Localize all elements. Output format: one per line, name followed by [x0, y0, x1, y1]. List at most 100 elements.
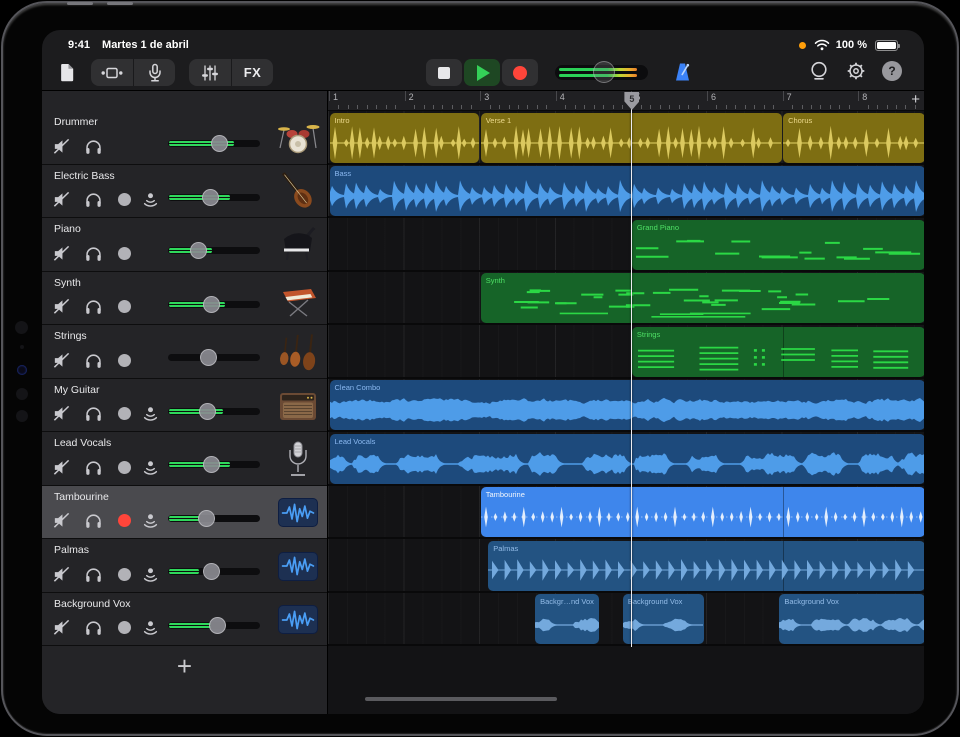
- record-enable-button[interactable]: [113, 403, 135, 425]
- help-button[interactable]: ?: [882, 61, 902, 81]
- mute-icon[interactable]: [50, 456, 72, 478]
- record-enable-button[interactable]: [113, 510, 135, 532]
- track-volume-knob[interactable]: [202, 189, 219, 206]
- add-track-button[interactable]: +: [42, 651, 327, 682]
- track-row-palmas[interactable]: Palmas: [42, 539, 327, 593]
- track-volume-knob[interactable]: [209, 617, 226, 634]
- solo-headphones-icon[interactable]: [82, 510, 104, 532]
- audio-recorder-button[interactable]: [133, 59, 175, 86]
- amp-icon[interactable]: [275, 386, 321, 426]
- track-row-drummer[interactable]: Drummer: [42, 111, 327, 165]
- track-row-tambourine[interactable]: Tambourine: [42, 486, 327, 540]
- region-bass[interactable]: Bass: [330, 166, 925, 216]
- loop-browser-button[interactable]: [808, 60, 830, 82]
- track-volume-knob[interactable]: [211, 135, 228, 152]
- solo-headphones-icon[interactable]: [82, 349, 104, 371]
- track-row-strings[interactable]: Strings: [42, 325, 327, 379]
- mute-icon[interactable]: [50, 189, 72, 211]
- solo-headphones-icon[interactable]: [82, 296, 104, 318]
- playhead-line[interactable]: [631, 105, 632, 647]
- track-volume-slider[interactable]: [168, 515, 260, 522]
- track-volume-slider[interactable]: [168, 461, 260, 468]
- track-volume-slider[interactable]: [168, 408, 260, 415]
- metronome-button[interactable]: [672, 61, 694, 83]
- waveform-icon[interactable]: [275, 546, 321, 586]
- play-button[interactable]: [464, 59, 500, 86]
- mute-icon[interactable]: [50, 617, 72, 639]
- waveform-icon[interactable]: [275, 600, 321, 640]
- record-enable-button[interactable]: [113, 296, 135, 318]
- track-row-electric-bass[interactable]: Electric Bass: [42, 165, 327, 219]
- region-lead-vocals[interactable]: Lead Vocals: [330, 434, 925, 484]
- input-monitor-icon[interactable]: [139, 563, 161, 585]
- track-volume-slider[interactable]: [168, 568, 260, 575]
- drums-icon[interactable]: [275, 118, 321, 158]
- mic-icon[interactable]: [275, 439, 321, 479]
- track-volume-slider[interactable]: [168, 194, 260, 201]
- solo-headphones-icon[interactable]: [82, 403, 104, 425]
- track-volume-knob[interactable]: [190, 242, 207, 259]
- record-enable-button[interactable]: [113, 189, 135, 211]
- track-volume-knob[interactable]: [199, 403, 216, 420]
- solo-headphones-icon[interactable]: [82, 242, 104, 264]
- region-intro[interactable]: Intro: [330, 113, 480, 163]
- track-volume-knob[interactable]: [203, 456, 220, 473]
- region-clean-combo[interactable]: Clean Combo: [330, 380, 925, 430]
- input-monitor-icon[interactable]: [139, 189, 161, 211]
- record-enable-button[interactable]: [113, 456, 135, 478]
- track-volume-knob[interactable]: [198, 510, 215, 527]
- mute-icon[interactable]: [50, 349, 72, 371]
- record-enable-button[interactable]: [113, 349, 135, 371]
- track-row-synth[interactable]: Synth: [42, 272, 327, 326]
- track-view-button[interactable]: [91, 59, 133, 86]
- track-volume-slider[interactable]: [168, 140, 260, 147]
- waveform-icon[interactable]: [275, 493, 321, 533]
- track-volume-knob[interactable]: [203, 296, 220, 313]
- settings-gear-icon[interactable]: [845, 60, 867, 82]
- region-background-vox[interactable]: Background Vox: [623, 594, 704, 644]
- mute-icon[interactable]: [50, 242, 72, 264]
- master-volume-knob[interactable]: [593, 61, 615, 83]
- solo-headphones-icon[interactable]: [82, 135, 104, 157]
- record-enable-button[interactable]: [113, 563, 135, 585]
- track-volume-slider[interactable]: [168, 354, 260, 361]
- track-volume-slider[interactable]: [168, 301, 260, 308]
- mute-icon[interactable]: [50, 296, 72, 318]
- input-monitor-icon[interactable]: [139, 403, 161, 425]
- track-volume-slider[interactable]: [168, 622, 260, 629]
- playhead-marker[interactable]: 5: [624, 92, 639, 110]
- record-enable-button[interactable]: [113, 617, 135, 639]
- region-chorus[interactable]: Chorus: [783, 113, 924, 163]
- solo-headphones-icon[interactable]: [82, 189, 104, 211]
- track-row-lead-vocals[interactable]: Lead Vocals: [42, 432, 327, 486]
- mute-icon[interactable]: [50, 563, 72, 585]
- region-strings[interactable]: Strings: [632, 327, 924, 377]
- mute-icon[interactable]: [50, 403, 72, 425]
- region-grand-piano[interactable]: Grand Piano: [632, 220, 924, 270]
- timeline-ruler[interactable]: + 5 12345678: [328, 91, 924, 111]
- record-button[interactable]: [502, 59, 538, 86]
- master-volume-slider[interactable]: [555, 65, 648, 80]
- region-tambourine[interactable]: Tambourine: [481, 487, 924, 537]
- strings-icon[interactable]: [275, 332, 321, 372]
- track-volume-knob[interactable]: [200, 349, 217, 366]
- input-monitor-icon[interactable]: [139, 456, 161, 478]
- record-enable-button[interactable]: [113, 242, 135, 264]
- my-songs-button[interactable]: [58, 62, 77, 83]
- region-synth[interactable]: Synth: [481, 273, 924, 323]
- bass-icon[interactable]: [275, 172, 321, 212]
- solo-headphones-icon[interactable]: [82, 617, 104, 639]
- mute-icon[interactable]: [50, 510, 72, 532]
- track-row-my-guitar[interactable]: My Guitar: [42, 379, 327, 433]
- region-palmas[interactable]: Palmas: [488, 541, 924, 591]
- track-row-piano[interactable]: Piano: [42, 218, 327, 272]
- fx-button[interactable]: FX: [231, 59, 273, 86]
- mute-icon[interactable]: [50, 135, 72, 157]
- piano-icon[interactable]: [275, 225, 321, 265]
- horizontal-scrollbar[interactable]: [365, 697, 557, 701]
- solo-headphones-icon[interactable]: [82, 456, 104, 478]
- input-monitor-icon[interactable]: [139, 617, 161, 639]
- region-background-vox[interactable]: Background Vox: [779, 594, 924, 644]
- track-volume-knob[interactable]: [203, 563, 220, 580]
- track-volume-slider[interactable]: [168, 247, 260, 254]
